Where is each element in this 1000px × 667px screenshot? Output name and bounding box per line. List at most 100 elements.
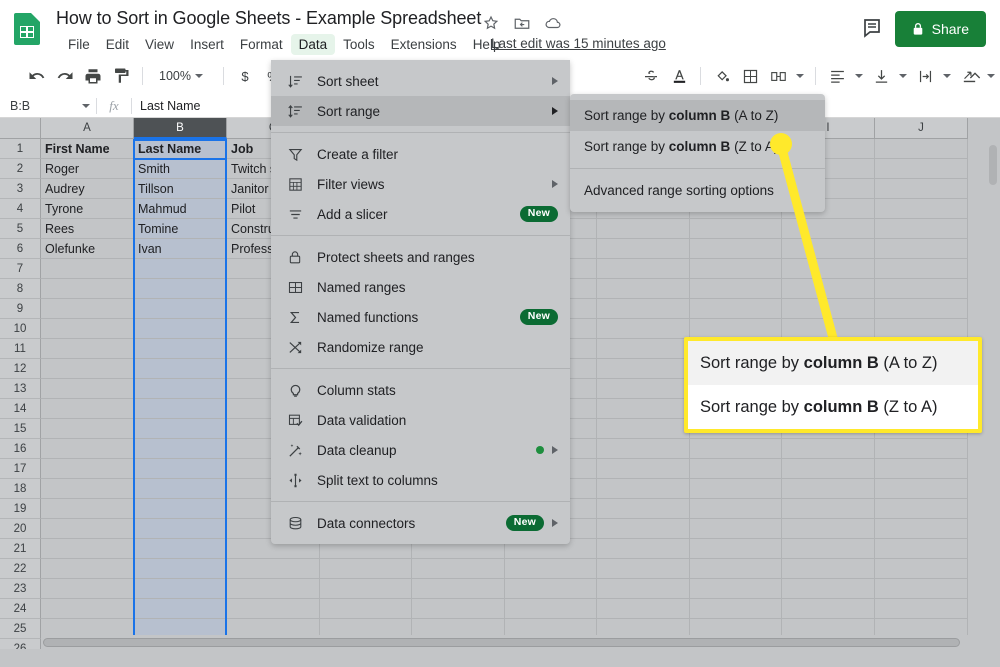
cell-J19[interactable]: [875, 499, 968, 519]
row-header-17[interactable]: 17: [0, 459, 41, 479]
cell-B18[interactable]: [134, 479, 227, 499]
menu-format[interactable]: Format: [232, 34, 291, 55]
cell-A4[interactable]: Tyrone: [41, 199, 134, 219]
cell-J22[interactable]: [875, 559, 968, 579]
cell-I16[interactable]: [782, 439, 875, 459]
cell-G19[interactable]: [597, 499, 690, 519]
cell-A24[interactable]: [41, 599, 134, 619]
cell-A22[interactable]: [41, 559, 134, 579]
cell-D24[interactable]: [320, 599, 412, 619]
cell-E23[interactable]: [412, 579, 505, 599]
currency-icon[interactable]: $: [232, 63, 258, 89]
row-header-26[interactable]: 26: [0, 639, 41, 649]
cell-J8[interactable]: [875, 279, 968, 299]
merge-cells-icon[interactable]: [765, 63, 791, 89]
last-edit-status[interactable]: Last edit was 15 minutes ago: [491, 36, 666, 51]
menu-item-randomize-range[interactable]: Randomize range: [271, 332, 570, 362]
cell-A21[interactable]: [41, 539, 134, 559]
menu-item-data-validation[interactable]: Data validation: [271, 405, 570, 435]
cell-C23[interactable]: [227, 579, 320, 599]
cell-A1[interactable]: First Name: [41, 139, 134, 159]
horizontal-scrollbar[interactable]: [41, 635, 986, 649]
row-header-14[interactable]: 14: [0, 399, 41, 419]
cell-A5[interactable]: Rees: [41, 219, 134, 239]
cell-F23[interactable]: [505, 579, 597, 599]
vertical-align-chevron-icon[interactable]: [896, 63, 910, 89]
cell-H8[interactable]: [690, 279, 782, 299]
row-header-12[interactable]: 12: [0, 359, 41, 379]
row-header-24[interactable]: 24: [0, 599, 41, 619]
cell-B12[interactable]: [134, 359, 227, 379]
row-header-20[interactable]: 20: [0, 519, 41, 539]
submenu-item-1[interactable]: Sort range by column B (A to Z): [570, 100, 825, 131]
row-header-3[interactable]: 3: [0, 179, 41, 199]
cell-B1[interactable]: Last Name: [134, 139, 227, 159]
row-header-23[interactable]: 23: [0, 579, 41, 599]
cell-F24[interactable]: [505, 599, 597, 619]
cell-A10[interactable]: [41, 319, 134, 339]
cell-A20[interactable]: [41, 519, 134, 539]
cell-G23[interactable]: [597, 579, 690, 599]
menu-item-named-ranges[interactable]: Named ranges: [271, 272, 570, 302]
page-title[interactable]: How to Sort in Google Sheets - Example S…: [56, 8, 481, 29]
menu-item-sort-range[interactable]: Sort range: [271, 96, 570, 126]
menu-item-add-a-slicer[interactable]: Add a slicer New: [271, 199, 570, 229]
cell-B19[interactable]: [134, 499, 227, 519]
borders-icon[interactable]: [737, 63, 763, 89]
cell-A23[interactable]: [41, 579, 134, 599]
text-wrapping-icon[interactable]: [912, 63, 938, 89]
paint-format-icon[interactable]: [108, 63, 134, 89]
cell-G15[interactable]: [597, 419, 690, 439]
cell-B24[interactable]: [134, 599, 227, 619]
cell-A8[interactable]: [41, 279, 134, 299]
cell-A2[interactable]: Roger: [41, 159, 134, 179]
cell-G22[interactable]: [597, 559, 690, 579]
submenu-item-3[interactable]: Advanced range sorting options: [570, 175, 825, 206]
cell-G20[interactable]: [597, 519, 690, 539]
cell-G13[interactable]: [597, 379, 690, 399]
cell-G8[interactable]: [597, 279, 690, 299]
cell-F22[interactable]: [505, 559, 597, 579]
menu-item-protect-sheets-and-ranges[interactable]: Protect sheets and ranges: [271, 242, 570, 272]
name-box[interactable]: B:B: [0, 94, 96, 117]
redo-icon[interactable]: [52, 63, 78, 89]
menu-file[interactable]: File: [60, 34, 98, 55]
cell-G21[interactable]: [597, 539, 690, 559]
cell-H6[interactable]: [690, 239, 782, 259]
cell-I8[interactable]: [782, 279, 875, 299]
cell-H16[interactable]: [690, 439, 782, 459]
row-header-21[interactable]: 21: [0, 539, 41, 559]
text-color-icon[interactable]: [666, 63, 692, 89]
cell-I10[interactable]: [782, 319, 875, 339]
vertical-scrollbar[interactable]: [986, 139, 1000, 635]
cell-E24[interactable]: [412, 599, 505, 619]
cloud-saved-icon[interactable]: [544, 14, 562, 32]
cell-A17[interactable]: [41, 459, 134, 479]
cell-H24[interactable]: [690, 599, 782, 619]
cell-B4[interactable]: Mahmud: [134, 199, 227, 219]
strikethrough-icon[interactable]: [638, 63, 664, 89]
cell-B16[interactable]: [134, 439, 227, 459]
cell-B21[interactable]: [134, 539, 227, 559]
merge-cells-chevron-icon[interactable]: [793, 63, 807, 89]
cell-H19[interactable]: [690, 499, 782, 519]
row-header-4[interactable]: 4: [0, 199, 41, 219]
cell-B20[interactable]: [134, 519, 227, 539]
row-header-6[interactable]: 6: [0, 239, 41, 259]
column-header-j[interactable]: J: [875, 118, 968, 139]
vertical-scroll-thumb[interactable]: [989, 145, 997, 185]
row-header-13[interactable]: 13: [0, 379, 41, 399]
row-header-22[interactable]: 22: [0, 559, 41, 579]
cell-J7[interactable]: [875, 259, 968, 279]
menu-item-create-a-filter[interactable]: Create a filter: [271, 139, 570, 169]
cell-G24[interactable]: [597, 599, 690, 619]
cell-A15[interactable]: [41, 419, 134, 439]
cell-A11[interactable]: [41, 339, 134, 359]
row-header-7[interactable]: 7: [0, 259, 41, 279]
row-header-1[interactable]: 1: [0, 139, 41, 159]
cell-H21[interactable]: [690, 539, 782, 559]
cell-J6[interactable]: [875, 239, 968, 259]
cell-I9[interactable]: [782, 299, 875, 319]
row-header-18[interactable]: 18: [0, 479, 41, 499]
cell-J1[interactable]: [875, 139, 968, 159]
